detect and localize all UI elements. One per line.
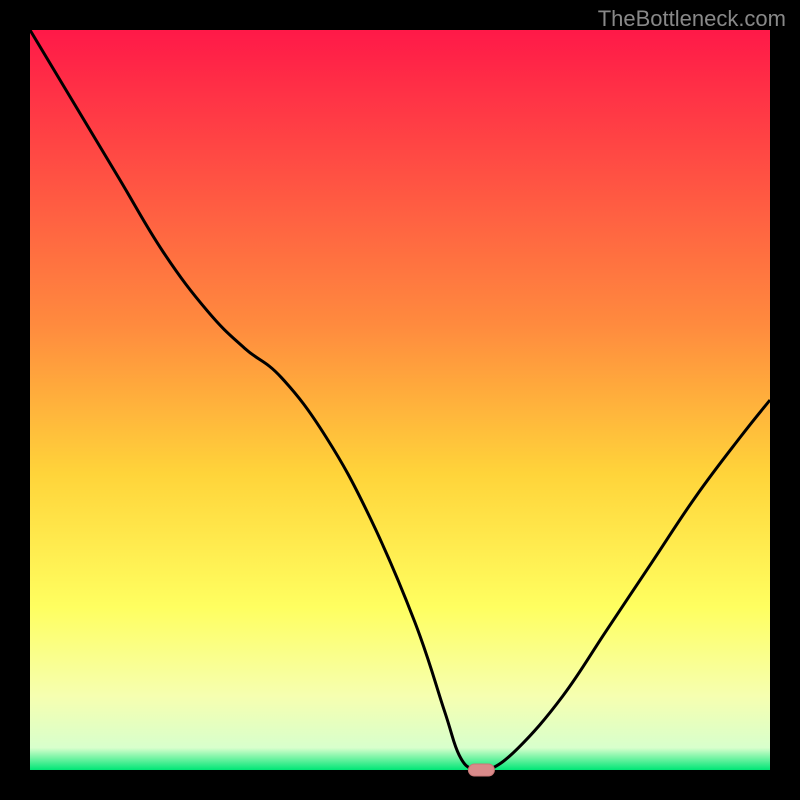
bottleneck-chart [0,0,800,800]
optimal-marker [468,764,494,776]
watermark-text: TheBottleneck.com [598,6,786,32]
chart-container: TheBottleneck.com [0,0,800,800]
plot-area [30,30,770,770]
